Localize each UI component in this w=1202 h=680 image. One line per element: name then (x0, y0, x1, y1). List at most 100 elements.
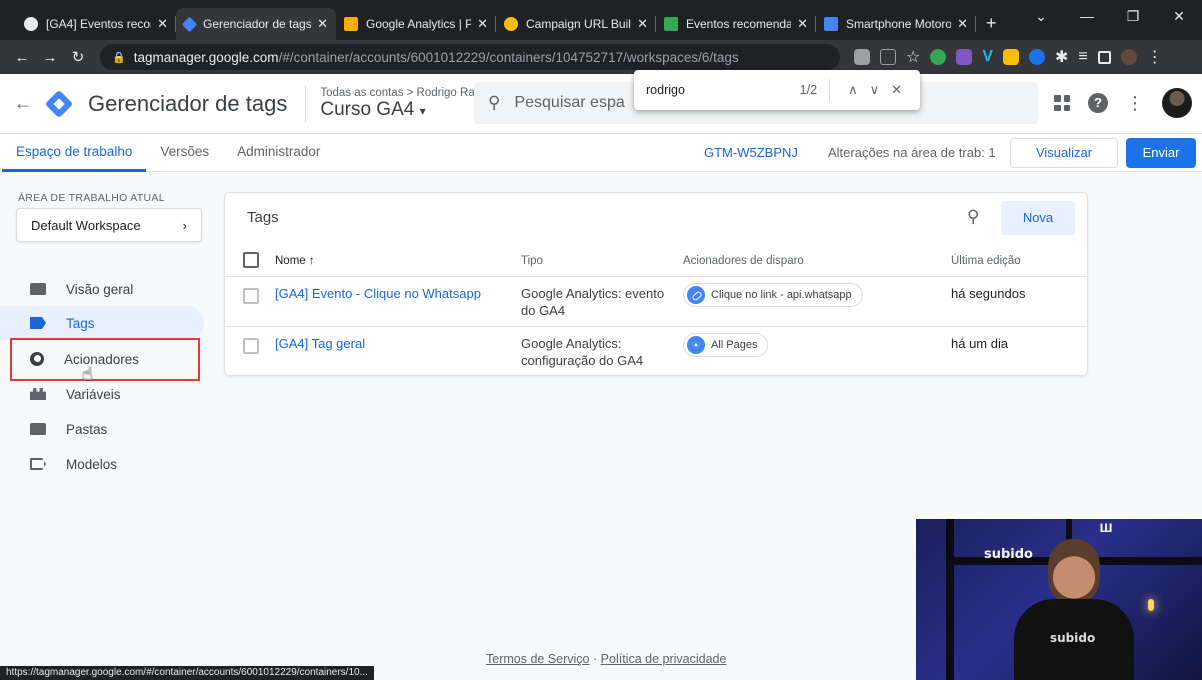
extensions-bar: ☆ V ✱ ≡ ⋮ (854, 47, 1163, 67)
close-icon[interactable]: ✕ (957, 16, 968, 32)
trigger-chip[interactable]: Clique no link - api.whatsapp (683, 283, 863, 307)
workspace-selector[interactable]: Default Workspace › (16, 208, 202, 242)
close-icon[interactable]: ✕ (317, 16, 328, 32)
tab-admin[interactable]: Administrador (223, 134, 334, 172)
preview-button[interactable]: Visualizar (1010, 138, 1118, 168)
sidebar-item-templates[interactable]: Modelos (0, 447, 204, 481)
page-icon[interactable] (854, 49, 870, 65)
breadcrumb: Todas as contas > Rodrigo Rafael (320, 86, 494, 99)
template-icon (30, 458, 46, 470)
url-input[interactable]: 🔒 tagmanager.google.com/#/container/acco… (100, 44, 840, 70)
share-icon[interactable] (880, 49, 896, 65)
minimize-icon[interactable]: — (1064, 8, 1110, 24)
column-last-edited[interactable]: Última edição (951, 255, 1021, 267)
chevron-down-icon[interactable]: ∨ (870, 82, 880, 98)
chevron-up-icon[interactable]: ∧ (848, 82, 858, 98)
address-bar: ← → ↻ 🔒 tagmanager.google.com/#/containe… (0, 40, 1202, 74)
column-triggers[interactable]: Acionadores de disparo (683, 255, 804, 267)
extension-green-icon[interactable] (930, 49, 947, 65)
container-selector[interactable]: Todas as contas > Rodrigo Rafael Curso G… (320, 87, 493, 121)
browser-tab[interactable]: Eventos recomendado✕ (656, 8, 816, 40)
browser-menu-icon[interactable]: ⋮ (1147, 47, 1163, 67)
extension-blue-icon[interactable] (1029, 49, 1046, 65)
trigger-chip[interactable]: All Pages (683, 333, 769, 357)
tag-type: Google Analytics: evento do GA4 (521, 286, 665, 318)
browser-tab[interactable]: Campaign URL Builde✕ (496, 8, 656, 40)
app-header: ← Gerenciador de tags Todas as contas > … (0, 74, 1202, 134)
find-input[interactable]: rodrigo (646, 83, 800, 97)
chevron-right-icon: › (182, 217, 187, 233)
vimeo-icon[interactable]: V (982, 48, 993, 66)
close-icon[interactable]: ✕ (157, 16, 168, 32)
container-id-link[interactable]: GTM-W5ZBPNJ (704, 145, 798, 160)
restore-icon[interactable]: ❐ (1110, 8, 1156, 25)
window-controls: ⌄ — ❐ ✕ (1018, 0, 1202, 32)
highlight-box (10, 338, 200, 381)
browser-tab[interactable]: Google Analytics | Pág✕ (336, 8, 496, 40)
search-icon: ⚲ (488, 93, 501, 112)
table-row[interactable]: [GA4] Evento - Clique no Whatsapp Google… (225, 277, 1089, 327)
webcam-overlay: ш subido subido (916, 519, 1202, 680)
row-checkbox[interactable] (243, 288, 259, 304)
workspace-nav: Espaço de trabalho Versões Administrador… (0, 134, 1202, 172)
help-icon[interactable]: ? (1088, 93, 1108, 113)
presenter-head (1048, 539, 1100, 603)
back-arrow-icon[interactable]: ← (0, 93, 46, 114)
back-icon[interactable]: ← (8, 49, 36, 66)
find-match-count: 1/2 (799, 83, 818, 97)
chevron-down-icon[interactable]: ⌄ (1018, 8, 1064, 25)
sidebar-item-variables[interactable]: Variáveis (0, 377, 204, 411)
forward-icon[interactable]: → (36, 49, 64, 66)
variables-icon (30, 388, 46, 400)
reload-icon[interactable]: ↻ (64, 48, 92, 66)
column-name[interactable]: Nome ↑ (275, 255, 315, 267)
browser-tab[interactable]: Smartphone Motorola ✕ (816, 8, 976, 40)
terms-link[interactable]: Termos de Serviço (486, 652, 590, 666)
app-title: Gerenciador de tags (88, 90, 288, 116)
more-vert-icon[interactable]: ⋮ (1126, 93, 1144, 114)
sidepanel-icon[interactable] (1097, 50, 1111, 64)
browser-tab-active[interactable]: Gerenciador de tags d ✕ (176, 8, 336, 40)
browser-tab[interactable]: [GA4] Eventos recome✕ (16, 8, 176, 40)
close-icon[interactable]: ✕ (891, 82, 902, 98)
search-icon[interactable]: ⚲ (967, 207, 979, 227)
close-icon[interactable]: ✕ (637, 16, 648, 32)
caret-down-icon: ▾ (419, 103, 426, 118)
analytics-icon (344, 17, 358, 31)
tag-type: Google Analytics: configuração do GA4 (521, 336, 644, 368)
avatar[interactable] (1162, 88, 1192, 118)
close-window-icon[interactable]: ✕ (1156, 8, 1202, 25)
tab-workspace[interactable]: Espaço de trabalho (2, 134, 147, 172)
puzzle-icon[interactable]: ✱ (1055, 47, 1068, 67)
sidebar-item-folders[interactable]: Pastas (0, 412, 204, 446)
hand-cursor-icon: ☝ (82, 364, 93, 384)
select-all-checkbox[interactable] (243, 252, 259, 268)
tag-name-link[interactable]: [GA4] Evento - Clique no Whatsapp (275, 285, 481, 302)
apps-grid-icon[interactable] (1054, 95, 1070, 111)
browser-tab-strip: [GA4] Eventos recome✕ Gerenciador de tag… (0, 0, 1202, 40)
last-edited: há um dia (951, 336, 1009, 351)
close-icon[interactable]: ✕ (797, 16, 808, 32)
shirt-logo: subido (1050, 631, 1096, 645)
column-type[interactable]: Tipo (521, 255, 543, 267)
queue-icon[interactable]: ≡ (1078, 48, 1087, 66)
new-tab-button[interactable]: + (976, 13, 1007, 40)
profile-icon[interactable] (1120, 49, 1137, 65)
sidebar-item-overview[interactable]: Visão geral (0, 272, 204, 306)
extension-purple-icon[interactable] (956, 49, 973, 65)
submit-button[interactable]: Enviar (1126, 138, 1196, 168)
new-tag-button[interactable]: Nova (1001, 201, 1075, 235)
container-name: Curso GA4 ▾ (320, 98, 426, 120)
table-row[interactable]: [GA4] Tag geral Google Analytics: config… (225, 327, 1089, 377)
close-icon[interactable]: ✕ (477, 16, 488, 32)
find-divider (829, 79, 831, 101)
store-icon (824, 17, 838, 31)
privacy-link[interactable]: Política de privacidade (601, 652, 727, 666)
row-checkbox[interactable] (243, 338, 259, 354)
link-icon (687, 286, 705, 304)
tab-versions[interactable]: Versões (146, 134, 223, 172)
tag-name-link[interactable]: [GA4] Tag geral (275, 335, 365, 352)
star-icon[interactable]: ☆ (906, 47, 920, 67)
sidebar-item-tags[interactable]: Tags (0, 306, 204, 340)
extension-yellow-icon[interactable] (1003, 49, 1020, 65)
